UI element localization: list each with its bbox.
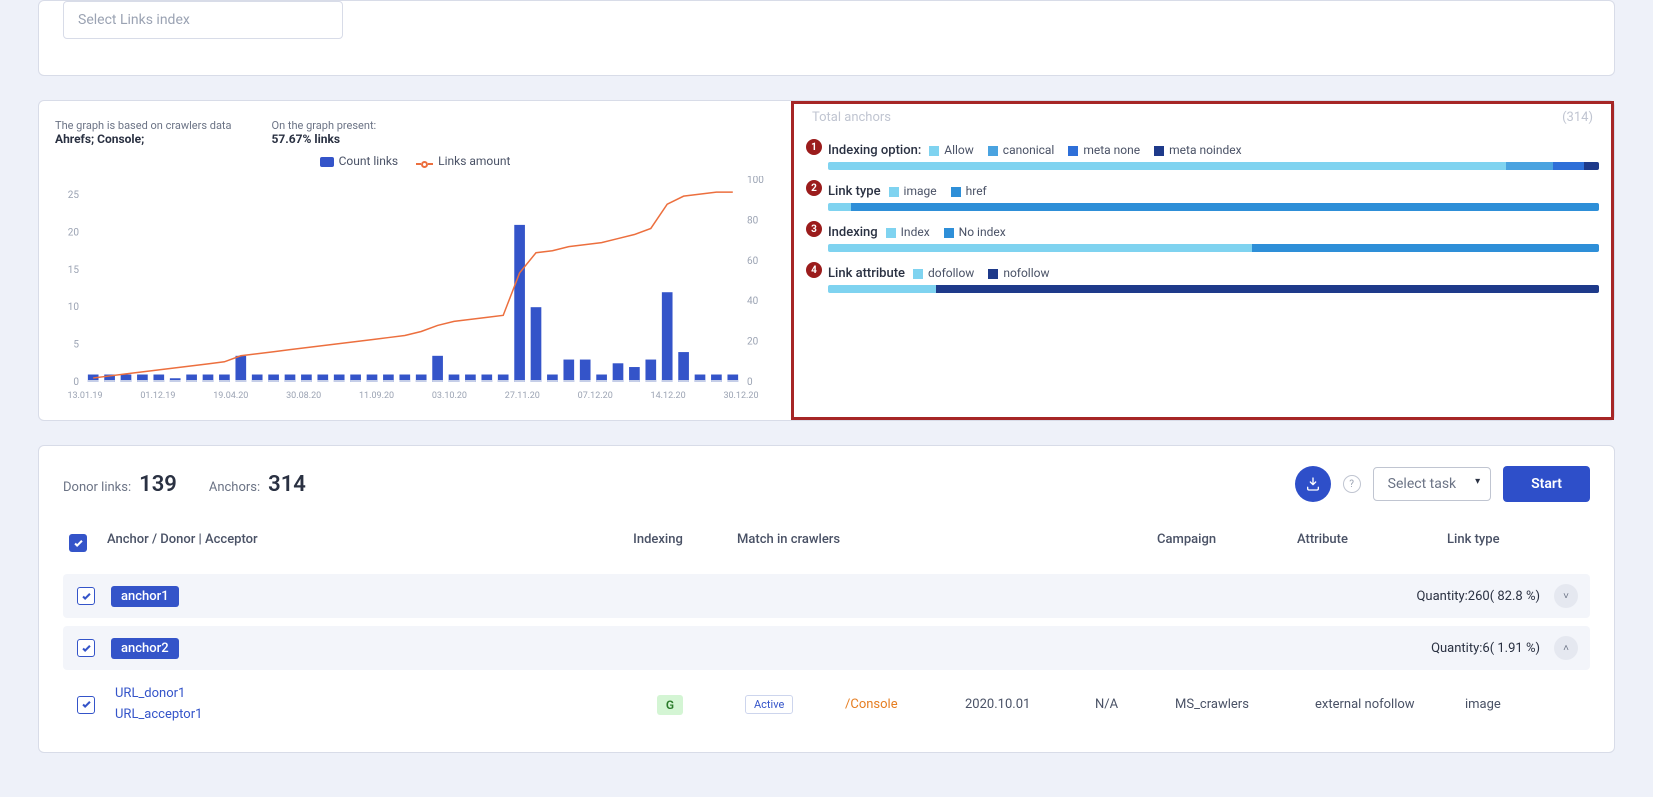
campaign-value: MS_crawlers [1175,697,1315,712]
metric-badge: 2 [806,180,822,196]
svg-text:01.12.19: 01.12.19 [140,391,175,401]
svg-text:5: 5 [73,340,79,351]
crawlers-value: Ahrefs; Console; [55,132,144,146]
table-header: Anchor / Donor | Acceptor Indexing Match… [63,520,1590,566]
chevron-down-icon[interactable]: ˅ [1554,584,1578,608]
svg-text:25: 25 [68,190,80,201]
chart-panel: The graph is based on crawlers dataAhref… [39,101,791,420]
anchors-label: Anchors: [209,480,260,495]
select-task-dropdown[interactable]: Select task [1373,467,1491,501]
quantity-label: Quantity:6( 1.91 %) [1431,641,1540,656]
chevron-up-icon[interactable]: ˄ [1554,636,1578,660]
donor-links-label: Donor links: [63,480,131,495]
help-icon[interactable]: ? [1343,475,1361,493]
svg-text:15: 15 [68,265,80,276]
svg-text:14.12.20: 14.12.20 [651,391,686,401]
start-button[interactable]: Start [1503,466,1590,502]
metric-badge: 1 [806,139,822,155]
attribute-value: external nofollow [1315,697,1465,712]
total-anchors-label: Total anchors [812,110,891,125]
quantity-label: Quantity:260( 82.8 %) [1416,589,1540,604]
row-checkbox[interactable] [77,639,95,657]
indexing-badge: G [657,695,683,715]
svg-text:13.01.19: 13.01.19 [67,391,102,401]
svg-text:19.04.20: 19.04.20 [213,391,248,401]
crawlers-label: The graph is based on crawlers data [55,119,232,132]
acceptor-url-link[interactable]: URL_acceptor1 [115,705,595,726]
metric-indexingoption: 1Indexing option:Allowcanonicalmeta none… [806,139,1599,170]
svg-text:10: 10 [68,302,80,313]
svg-text:07.12.20: 07.12.20 [578,391,613,401]
svg-text:80: 80 [747,215,759,226]
donor-url-link[interactable]: URL_donor1 [115,684,595,705]
chart-legend: Count links Links amount [55,154,775,168]
svg-text:40: 40 [747,296,759,307]
anchor-tag: anchor1 [111,586,179,607]
status-badge: Active [745,695,793,714]
anchor-group-row[interactable]: anchor1 Quantity:260( 82.8 %) ˅ [63,574,1590,618]
metric-linktype: 2Link typeimagehref [806,180,1599,211]
download-button[interactable] [1295,466,1331,502]
svg-text:20: 20 [747,337,759,348]
crawler-source: /Console [845,697,965,712]
date-value: 2020.10.01 [965,697,1095,712]
metric-badge: 4 [806,262,822,278]
svg-text:03.10.20: 03.10.20 [432,391,467,401]
svg-text:30.12.20: 30.12.20 [723,391,758,401]
donor-links-value: 139 [139,472,177,497]
anchor-tag: anchor2 [111,638,179,659]
total-anchors-value: (314) [1562,110,1593,125]
svg-text:0: 0 [747,377,753,388]
metric-badge: 3 [806,221,822,237]
svg-text:11.09.20: 11.09.20 [359,391,394,401]
svg-text:30.08.20: 30.08.20 [286,391,321,401]
present-label: On the graph present: [272,119,377,132]
metric-linkattribute: 4Link attributedofollownofollow [806,262,1599,293]
svg-text:20: 20 [68,227,80,238]
links-chart: 0 5 10 15 20 25 0 20 40 60 80 100 13.01.19 01.12.19 19… [55,176,775,406]
row-checkbox[interactable] [77,587,95,605]
svg-text:60: 60 [747,256,759,267]
anchor-group-row[interactable]: anchor2 Quantity:6( 1.91 %) ˄ [63,626,1590,670]
metric-indexing: 3IndexingIndexNo index [806,221,1599,252]
svg-text:27.11.20: 27.11.20 [505,391,540,401]
present-value: 57.67% links [272,132,341,146]
anchors-value: 314 [268,472,306,497]
table-row: URL_donor1URL_acceptor1 G Active/Console20… [63,678,1590,732]
svg-text:0: 0 [73,377,79,388]
select-links-index[interactable]: Select Links index [63,1,343,39]
svg-text:100: 100 [747,176,764,186]
select-all-checkbox[interactable] [69,534,87,552]
linktype-value: image [1465,697,1578,712]
na-value: N/A [1095,697,1175,712]
row-checkbox[interactable] [77,696,95,714]
anchors-summary-panel: Total anchors (314) 1Indexing option:Allo… [791,101,1614,420]
